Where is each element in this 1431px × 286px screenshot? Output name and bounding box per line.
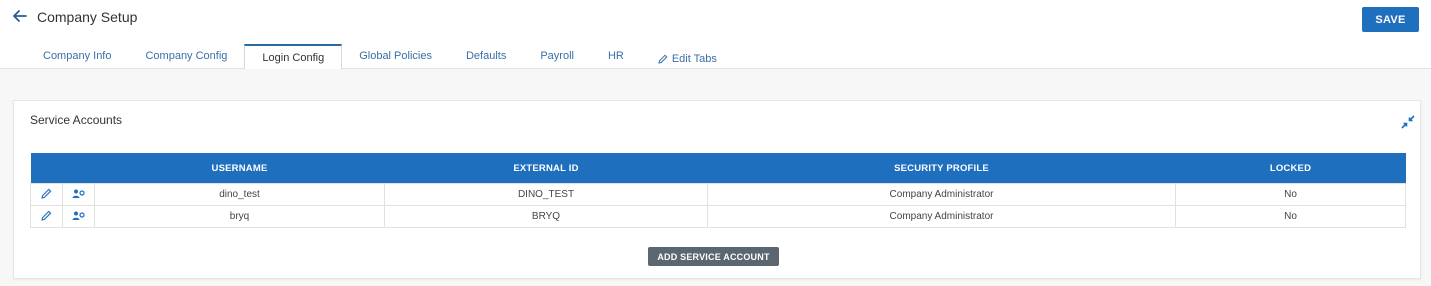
tab-label: Company Info — [43, 50, 112, 62]
tab-payroll[interactable]: Payroll — [523, 44, 591, 68]
security-profile-cell: Company Administrator — [707, 205, 1176, 228]
column-header-external-id[interactable]: EXTERNAL ID — [384, 153, 708, 184]
tab-label: Defaults — [465, 50, 507, 62]
service-accounts-card: Service Accounts USERNAME EXTERNAL ID SE… — [13, 100, 1421, 279]
locked-cell: No — [1175, 205, 1406, 228]
user-settings-icon[interactable] — [72, 210, 85, 221]
column-header-username[interactable]: USERNAME — [94, 153, 385, 184]
edit-tabs-link[interactable]: Edit Tabs — [641, 44, 734, 68]
back-arrow-icon[interactable] — [12, 8, 30, 28]
tab-label: HR — [607, 50, 624, 62]
header-edit-col — [30, 153, 63, 184]
save-button[interactable]: SAVE — [1362, 7, 1419, 32]
tab-defaults[interactable]: Defaults — [449, 44, 523, 68]
locked-cell: No — [1175, 183, 1406, 206]
tab-hr[interactable]: HR — [591, 44, 641, 68]
tab-label: Payroll — [540, 50, 574, 62]
collapse-arrows-icon[interactable] — [1401, 115, 1415, 129]
settings-cell — [62, 183, 95, 206]
header-settings-col — [62, 153, 95, 184]
service-accounts-table: USERNAME EXTERNAL ID SECURITY PROFILE LO… — [30, 153, 1406, 228]
username-cell: bryq — [94, 205, 385, 228]
top-bar: Company Setup SAVE Company Info Company … — [0, 0, 1431, 69]
username-cell: dino_test — [94, 183, 385, 206]
edit-tabs-label: Edit Tabs — [671, 52, 717, 65]
card-title: Service Accounts — [30, 113, 123, 127]
tab-company-info[interactable]: Company Info — [26, 44, 128, 68]
tab-label: Company Config — [145, 50, 228, 62]
pencil-icon[interactable] — [41, 210, 52, 221]
tab-company-config[interactable]: Company Config — [128, 44, 244, 68]
security-profile-cell: Company Administrator — [707, 183, 1176, 206]
column-header-security-profile[interactable]: SECURITY PROFILE — [707, 153, 1176, 184]
external-id-cell: BRYQ — [384, 205, 708, 228]
table-header-row: USERNAME EXTERNAL ID SECURITY PROFILE LO… — [30, 153, 1406, 184]
user-settings-icon[interactable] — [72, 188, 85, 199]
tab-global-policies[interactable]: Global Policies — [342, 44, 449, 68]
external-id-cell: DINO_TEST — [384, 183, 708, 206]
edit-cell — [30, 205, 63, 228]
settings-cell — [62, 205, 95, 228]
edit-cell — [30, 183, 63, 206]
table-row: bryq BRYQ Company Administrator No — [30, 205, 1406, 228]
pencil-icon — [658, 54, 668, 67]
tab-label: Login Config — [262, 51, 325, 64]
add-service-account-button[interactable]: ADD SERVICE ACCOUNT — [648, 247, 779, 266]
pencil-icon[interactable] — [41, 188, 52, 199]
tab-bar: Company Info Company Config Login Config… — [26, 44, 734, 69]
tab-label: Global Policies — [359, 50, 432, 62]
tab-login-config[interactable]: Login Config — [244, 44, 343, 69]
column-header-locked[interactable]: LOCKED — [1175, 153, 1406, 184]
table-row: dino_test DINO_TEST Company Administrato… — [30, 183, 1406, 206]
page-title: Company Setup — [37, 9, 138, 25]
